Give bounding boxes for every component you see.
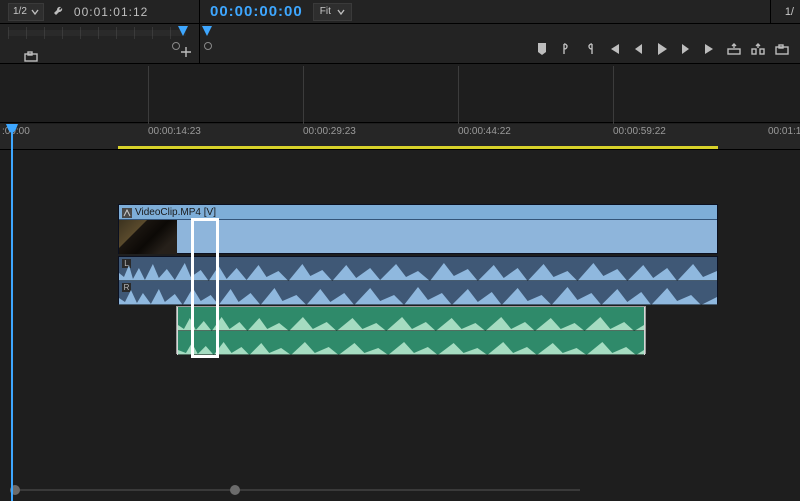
time-ruler[interactable]: :00:00 00:00:14:23 00:00:29:23 00:00:44:… (0, 124, 800, 150)
ruler-tick (303, 66, 304, 124)
lift-button[interactable] (726, 41, 742, 57)
zoom-handle-right[interactable] (230, 485, 240, 495)
top-strip: 1/2 00:01:01:12 00:00:00:00 Fit 1/ (0, 0, 800, 24)
panel-divider (0, 122, 800, 123)
export-frame-button[interactable] (774, 41, 790, 57)
mark-in-button[interactable] (558, 41, 574, 57)
timeline-panel: :00:00 00:00:14:23 00:00:29:23 00:00:44:… (0, 64, 800, 501)
zoom-track (10, 489, 580, 491)
play-button[interactable] (654, 41, 670, 57)
step-back-button[interactable] (630, 41, 646, 57)
waveform (178, 309, 644, 331)
step-forward-button[interactable] (678, 41, 694, 57)
timeline-zoom-scrollbar[interactable] (10, 485, 580, 495)
add-marker-button[interactable] (534, 41, 550, 57)
go-to-out-button[interactable] (702, 41, 718, 57)
source-mini-timeline[interactable] (8, 30, 186, 36)
source-resolution-select[interactable]: 1/2 (8, 3, 44, 21)
source-resolution-label: 1/2 (13, 6, 27, 17)
audio-clip-linked[interactable]: L R (118, 256, 718, 304)
export-frame-icon[interactable] (24, 51, 38, 65)
waveform (119, 283, 717, 305)
clip-header: VideoClip.MP4 [V] (119, 205, 717, 220)
button-editor-icon[interactable] (179, 45, 193, 59)
video-clip[interactable]: VideoClip.MP4 [V] (118, 204, 718, 254)
fx-badge-icon (122, 208, 132, 218)
source-scrubber-area (0, 24, 200, 63)
program-timecode[interactable]: 00:00:00:00 (210, 3, 303, 20)
audio-clip-external[interactable]: L R (176, 306, 646, 354)
go-to-in-button[interactable] (606, 41, 622, 57)
ruler-label: 00:00:14:23 (148, 126, 201, 137)
program-playhead-icon[interactable] (202, 26, 212, 36)
clip-thumbnail (119, 220, 177, 254)
chevron-down-icon (31, 8, 39, 16)
program-monitor-controls: 00:00:00:00 Fit (200, 0, 770, 23)
waveform (178, 333, 644, 355)
program-zoom-handle[interactable] (204, 42, 212, 50)
ruler-tick (458, 66, 459, 124)
ruler-tick (613, 66, 614, 124)
transport-controls (534, 41, 790, 57)
tracks-area: VideoClip.MP4 [V] L R (0, 152, 800, 501)
timeline-playhead[interactable] (11, 124, 13, 501)
ruler-label: 00:00:59:22 (613, 126, 666, 137)
ruler-label: 00:00:29:23 (303, 126, 356, 137)
program-resolution-area: 1/ (770, 0, 800, 23)
viewer-control-row (0, 24, 800, 64)
work-area-bar[interactable] (118, 146, 718, 149)
ruler-tick (148, 66, 149, 124)
program-resolution-label[interactable]: 1/ (785, 6, 794, 18)
source-monitor-controls: 1/2 00:01:01:12 (0, 0, 200, 23)
settings-wrench-icon[interactable] (52, 5, 66, 19)
program-scrubber-area (200, 24, 800, 63)
mark-out-button[interactable] (582, 41, 598, 57)
chevron-down-icon (337, 8, 345, 16)
program-zoom-label: Fit (320, 6, 331, 17)
ruler-label: 00:01:14:22 (768, 126, 800, 137)
source-timecode[interactable]: 00:01:01:12 (74, 5, 148, 19)
program-zoom-select[interactable]: Fit (313, 3, 352, 21)
waveform (119, 259, 717, 281)
clip-label: VideoClip.MP4 [V] (135, 207, 216, 218)
extract-button[interactable] (750, 41, 766, 57)
ruler-label: 00:00:44:22 (458, 126, 511, 137)
